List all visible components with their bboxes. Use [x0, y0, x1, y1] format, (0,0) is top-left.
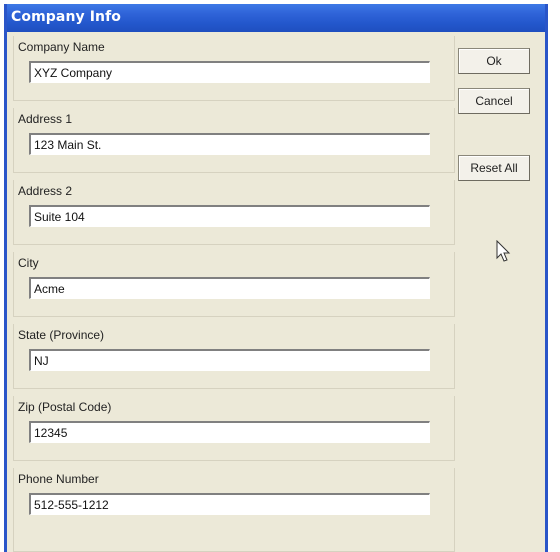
form-panel: Company Name Address 1 Address 2 City St…: [9, 36, 459, 552]
ok-button[interactable]: Ok: [458, 48, 530, 74]
title-bar[interactable]: Company Info: [7, 4, 545, 32]
company-name-input[interactable]: [29, 61, 430, 83]
mouse-pointer-icon: [496, 240, 511, 262]
cancel-button[interactable]: Cancel: [458, 88, 530, 114]
address-1-label: Address 1: [18, 112, 73, 126]
phone-input[interactable]: [29, 493, 430, 515]
city-label: City: [18, 256, 39, 270]
zip-label: Zip (Postal Code): [18, 400, 112, 414]
dialog-title: Company Info: [11, 9, 122, 25]
state-input[interactable]: [29, 349, 430, 371]
address-1-group: Address 1: [13, 108, 455, 173]
address-2-group: Address 2: [13, 180, 455, 245]
phone-group: Phone Number: [13, 468, 455, 552]
company-info-dialog: Company Info Company Name Address 1 Addr…: [4, 4, 548, 552]
company-name-group: Company Name: [13, 36, 455, 101]
zip-input[interactable]: [29, 421, 430, 443]
address-2-label: Address 2: [18, 184, 73, 198]
address-2-input[interactable]: [29, 205, 430, 227]
state-group: State (Province): [13, 324, 455, 389]
phone-label: Phone Number: [18, 472, 99, 486]
city-input[interactable]: [29, 277, 430, 299]
zip-group: Zip (Postal Code): [13, 396, 455, 461]
company-name-label: Company Name: [18, 40, 105, 54]
address-1-input[interactable]: [29, 133, 430, 155]
reset-all-button[interactable]: Reset All: [458, 155, 530, 181]
state-label: State (Province): [18, 328, 105, 342]
city-group: City: [13, 252, 455, 317]
